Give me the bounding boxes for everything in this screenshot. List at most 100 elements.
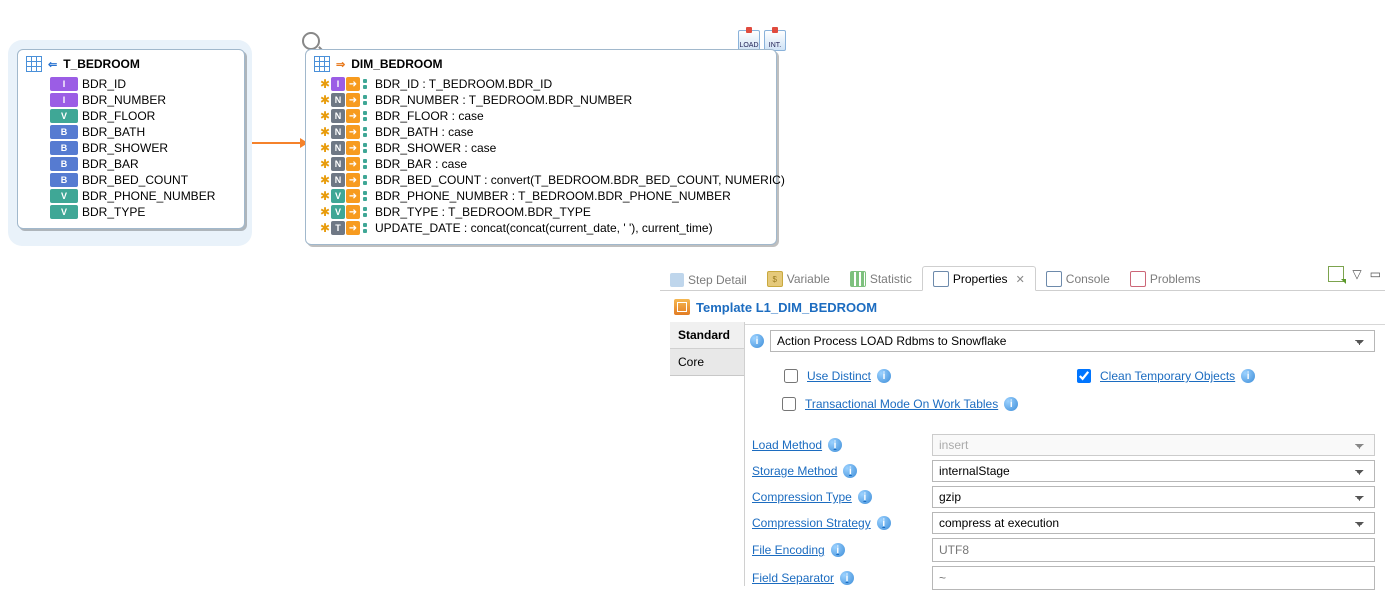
info-icon[interactable]: i [840,571,854,585]
target-mapping-row[interactable]: ✱I➜BDR_ID : T_BEDROOM.BDR_ID [314,76,768,92]
clean-temp-checkbox[interactable] [1077,369,1091,383]
trans-mode-checkbox[interactable] [782,397,796,411]
target-mapping-row[interactable]: ✱V➜BDR_PHONE_NUMBER : T_BEDROOM.BDR_PHON… [314,188,768,204]
clean-temp-label[interactable]: Clean Temporary Objects [1100,369,1235,383]
bottom-tab-strip: Step Detail $ Variable Statistic Propert… [660,264,1385,291]
tab-label: Statistic [870,272,912,286]
property-select[interactable]: insert [932,434,1375,456]
target-mapping-row[interactable]: ✱N➜BDR_SHOWER : case [314,140,768,156]
target-table-header[interactable]: ⇒ DIM_BEDROOM [306,50,776,74]
target-column-list: ✱I➜BDR_ID : T_BEDROOM.BDR_ID✱N➜BDR_NUMBE… [306,74,776,238]
use-distinct-row: Use Distinct i [780,364,891,388]
datatype-badge: I [50,93,78,107]
tab-problems[interactable]: Problems [1120,267,1211,290]
source-column[interactable]: BBDR_BATH [26,124,236,140]
mapping-handles-icon [361,173,371,187]
info-icon[interactable]: i [828,438,842,452]
mapping-handles-icon [361,93,371,107]
target-mapping-row[interactable]: ✱N➜BDR_NUMBER : T_BEDROOM.BDR_NUMBER [314,92,768,108]
key-star-icon: ✱ [320,190,330,202]
row-prefix: ✱T➜ [320,221,371,235]
close-icon[interactable]: ✕ [1016,273,1025,286]
source-column[interactable]: VBDR_PHONE_NUMBER [26,188,236,204]
key-star-icon: ✱ [320,78,330,90]
int-action-icon[interactable]: INT. [764,30,786,51]
mapping-arrow-icon: ➜ [346,173,360,187]
side-tab-core[interactable]: Core [670,349,744,376]
datatype-badge: B [50,125,78,139]
property-label[interactable]: Load Methodi [752,438,922,452]
action-process-select[interactable]: Action Process LOAD Rdbms to Snowflake [770,330,1375,352]
property-label[interactable]: Field Separatori [752,571,922,585]
property-input[interactable] [932,566,1375,590]
property-label[interactable]: Compression Strategyi [752,516,922,530]
template-header: Template L1_DIM_BEDROOM [670,294,1385,325]
info-icon[interactable]: i [750,334,764,348]
source-table-header[interactable]: ⇐ T_BEDROOM [18,50,244,74]
target-table-box[interactable]: ⇒ DIM_BEDROOM ✱I➜BDR_ID : T_BEDROOM.BDR_… [305,49,777,245]
source-column[interactable]: VBDR_FLOOR [26,108,236,124]
tab-properties[interactable]: Properties ✕ [922,266,1036,291]
side-tab-standard[interactable]: Standard [670,322,744,349]
target-mapping-row[interactable]: ✱V➜BDR_TYPE : T_BEDROOM.BDR_TYPE [314,204,768,220]
maximize-icon[interactable]: ▭ [1370,267,1381,281]
property-select[interactable]: internalStage [932,460,1375,482]
property-label[interactable]: File Encodingi [752,543,922,557]
row-prefix: ✱N➜ [320,93,371,107]
info-icon[interactable]: i [843,464,857,478]
target-toolbar: LOAD INT. [296,30,786,51]
trans-mode-label[interactable]: Transactional Mode On Work Tables [805,397,998,411]
tab-step-detail[interactable]: Step Detail [660,269,757,290]
info-icon[interactable]: i [831,543,845,557]
property-input[interactable] [932,538,1375,562]
source-column[interactable]: BBDR_SHOWER [26,140,236,156]
action-process-row: i Action Process LOAD Rdbms to Snowflake [750,328,1375,354]
tab-variable[interactable]: $ Variable [757,267,840,290]
row-prefix: ✱N➜ [320,141,371,155]
source-column[interactable]: I BDR_NUMBER [26,92,236,108]
mapping-arrow-icon: ➜ [346,77,360,91]
info-icon[interactable]: i [877,516,891,530]
use-distinct-checkbox[interactable] [784,369,798,383]
property-label[interactable]: Storage Methodi [752,464,922,478]
info-icon[interactable]: i [1241,369,1255,383]
target-mapping-row[interactable]: ✱N➜BDR_BAR : case [314,156,768,172]
property-label[interactable]: Compression Typei [752,490,922,504]
property-select[interactable]: compress at execution [932,512,1375,534]
source-column[interactable]: BBDR_BAR [26,156,236,172]
minimize-icon[interactable]: ▽ [1352,267,1361,281]
column-name: BDR_BED_COUNT [82,173,188,187]
source-column[interactable]: BBDR_BED_COUNT [26,172,236,188]
info-icon[interactable]: i [877,369,891,383]
info-icon[interactable]: i [1004,397,1018,411]
search-icon[interactable] [302,32,320,50]
tab-label: Console [1066,272,1110,286]
mapping-expression: BDR_BATH : case [375,125,473,139]
source-table-title: T_BEDROOM [63,57,140,71]
target-mapping-row[interactable]: ✱T➜UPDATE_DATE : concat(concat(current_d… [314,220,768,236]
datatype-badge: N [331,173,345,187]
target-table-title: DIM_BEDROOM [351,57,442,71]
mapping-handles-icon [361,205,371,219]
tabstrip-toolbar: ▽ ▭ [1328,266,1381,282]
load-action-icon[interactable]: LOAD [738,30,760,51]
mapping-expression: BDR_FLOOR : case [375,109,484,123]
property-select[interactable]: gzip [932,486,1375,508]
key-star-icon: ✱ [320,126,330,138]
tab-console[interactable]: Console [1036,267,1120,290]
new-view-icon[interactable] [1328,266,1344,282]
column-name: BDR_NUMBER [82,93,166,107]
target-mapping-row[interactable]: ✱N➜BDR_BED_COUNT : convert(T_BEDROOM.BDR… [314,172,768,188]
use-distinct-label[interactable]: Use Distinct [807,369,871,383]
incoming-arrow-icon: ⇐ [48,58,57,71]
target-mapping-row[interactable]: ✱N➜BDR_FLOOR : case [314,108,768,124]
tab-statistic[interactable]: Statistic [840,267,922,290]
source-column[interactable]: IBDR_ID [26,76,236,92]
mapping-handles-icon [361,189,371,203]
target-mapping-row[interactable]: ✱N➜BDR_BATH : case [314,124,768,140]
info-icon[interactable]: i [858,490,872,504]
mapping-expression: BDR_TYPE : T_BEDROOM.BDR_TYPE [375,205,591,219]
mapping-handles-icon [361,125,371,139]
source-column[interactable]: VBDR_TYPE [26,204,236,220]
source-table-box[interactable]: ⇐ T_BEDROOM IBDR_IDI BDR_NUMBERVBDR_FLOOR… [17,49,245,229]
